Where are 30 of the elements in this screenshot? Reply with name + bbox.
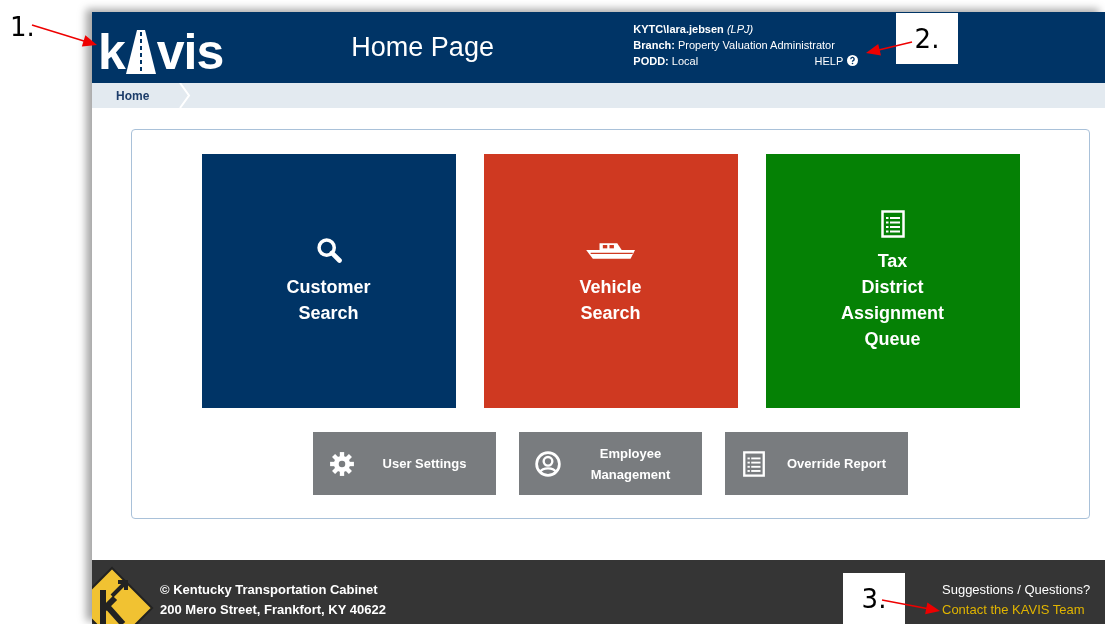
- road-icon: [125, 29, 156, 74]
- annotation-label: 2.: [896, 13, 958, 64]
- feedback-prompt: Suggestions / Questions?: [942, 581, 1092, 599]
- annotation-label: 3.: [843, 573, 905, 624]
- info-line: Branch: Property Valuation Administrator: [633, 37, 836, 53]
- help-icon: [847, 55, 859, 66]
- list-icon: [741, 450, 767, 477]
- contact-link[interactable]: Contact the KAVIS Team: [942, 600, 1105, 620]
- menu-button[interactable]: Override Report: [725, 432, 908, 495]
- tile-button[interactable]: Customer Search: [201, 154, 456, 408]
- annotation-arrow: [866, 41, 913, 56]
- info-line: PODD: Local: [633, 53, 699, 69]
- logo-text: k: [98, 29, 125, 74]
- page-title: Home Page: [351, 32, 495, 63]
- tile-button[interactable]: Vehicle Search: [483, 154, 738, 408]
- menu-button[interactable]: Employee Management: [519, 432, 702, 495]
- menu-button[interactable]: User Settings: [313, 432, 496, 495]
- annotation-label: 1.: [10, 12, 35, 42]
- breadcrumb-link[interactable]: Home: [92, 83, 180, 108]
- address-text: 200 Mero Street, Frankfort, KY 40622: [160, 601, 386, 619]
- tile-button[interactable]: Tax District Assignment Queue: [765, 154, 1020, 408]
- settings-icon: [329, 450, 355, 477]
- list-icon: [878, 210, 907, 238]
- annotation-arrow: [31, 24, 97, 47]
- help-link[interactable]: HELP: [814, 52, 859, 69]
- logo-text: vis: [156, 29, 224, 74]
- search-icon: [314, 236, 343, 264]
- user-name: KYTC\lara.jebsen (LPJ): [633, 21, 755, 37]
- copyright-text: © Kentucky Transportation Cabinet: [160, 581, 379, 599]
- person-icon: [535, 450, 561, 477]
